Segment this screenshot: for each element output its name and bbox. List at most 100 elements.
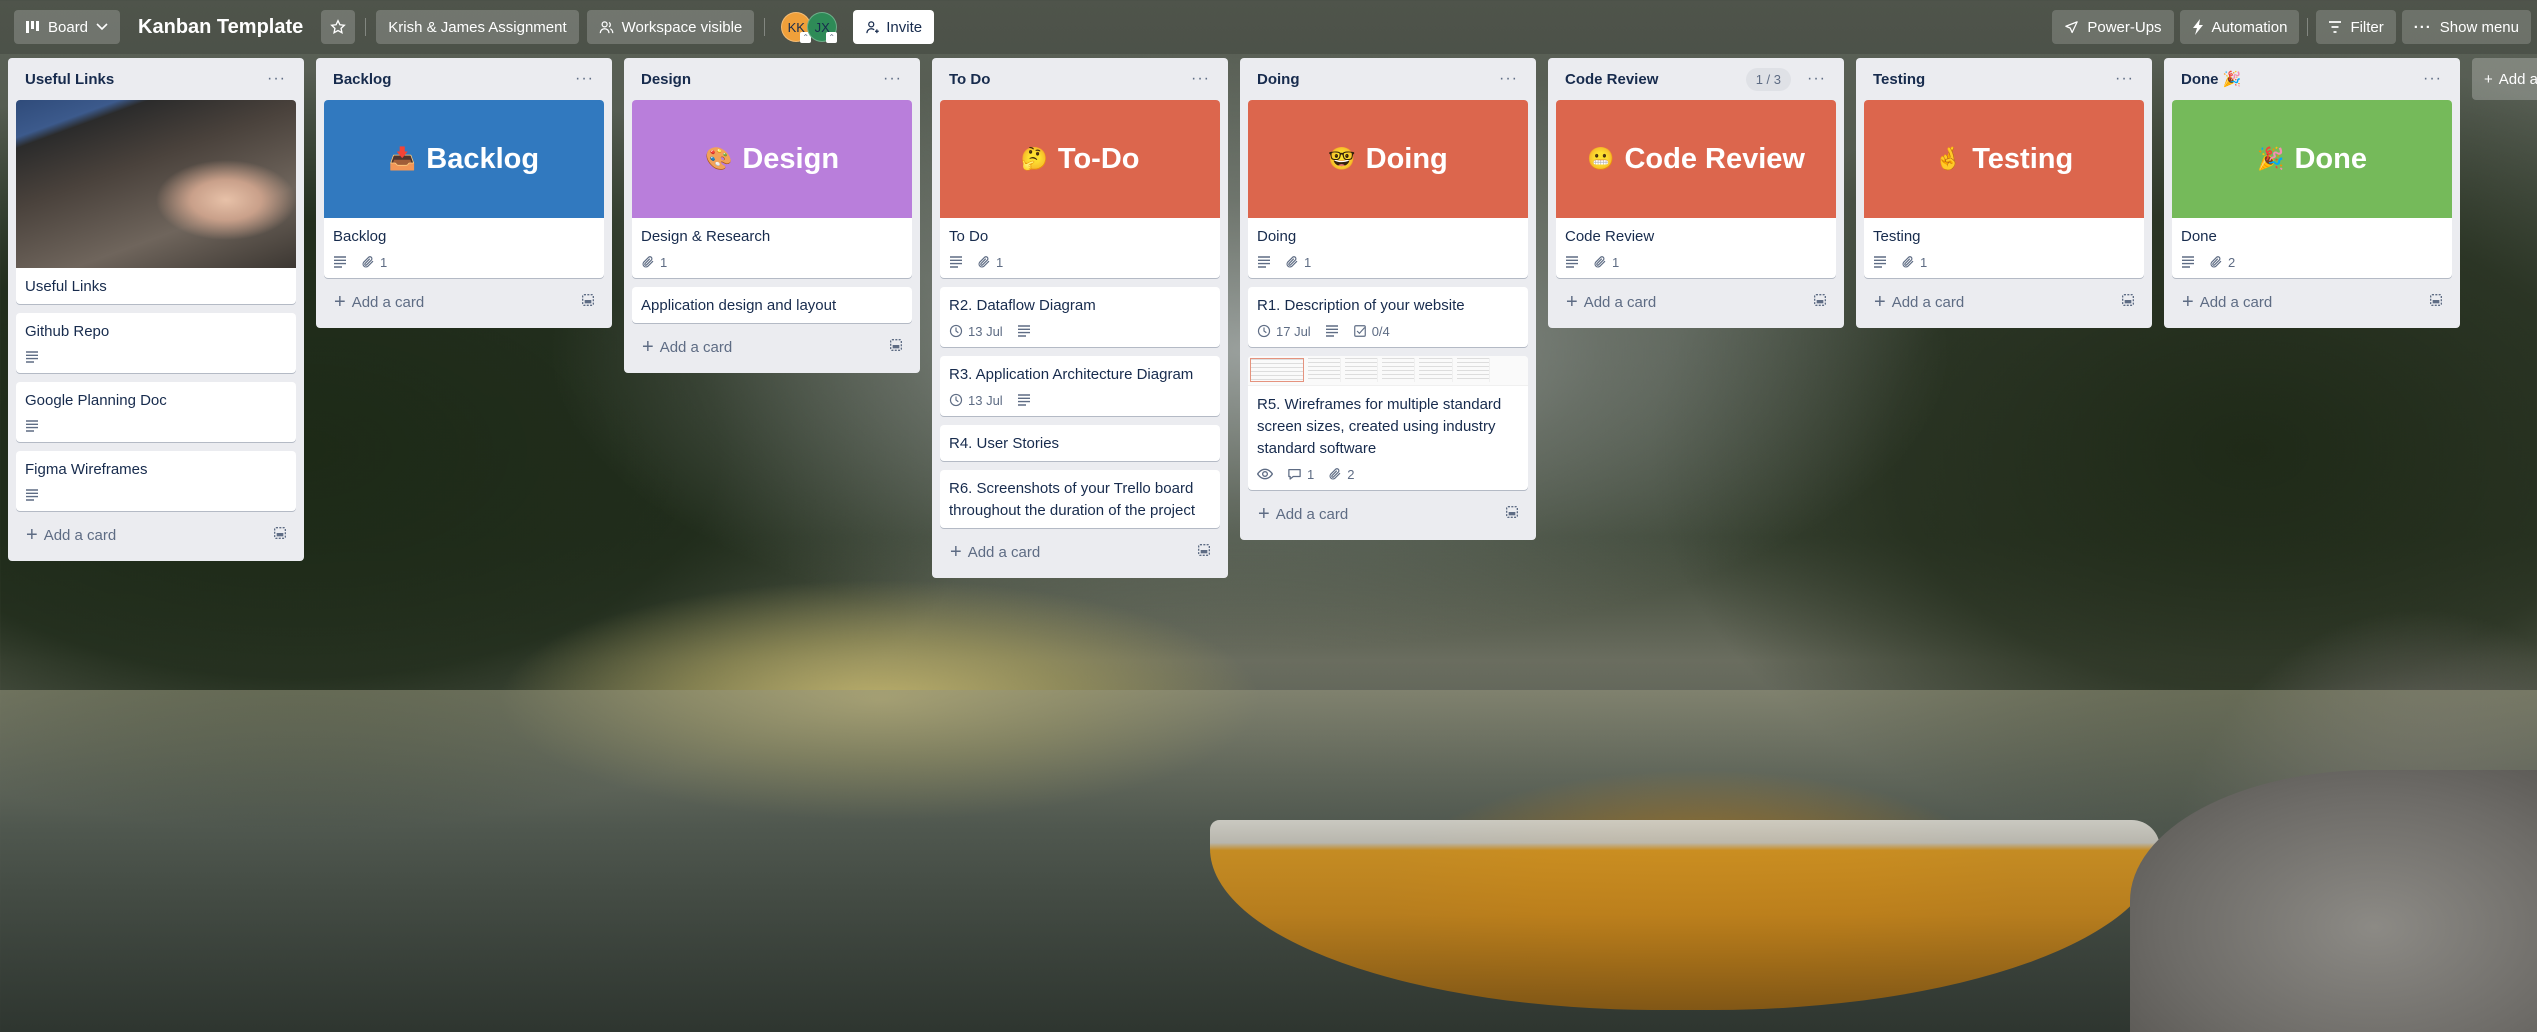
plus-icon: + xyxy=(2182,291,2194,313)
card-body: Done 2 xyxy=(2172,218,2452,278)
list-header-actions: ··· xyxy=(877,70,908,88)
add-card-button[interactable]: + Add a card xyxy=(2182,292,2272,312)
invite-button[interactable]: Invite xyxy=(853,10,935,44)
add-person-icon xyxy=(866,20,880,33)
card[interactable]: R4. User Stories xyxy=(940,425,1220,461)
list-done: Done 🎉 ··· 🎉 Done Done 2 + Add a card xyxy=(2164,58,2460,328)
add-list-button[interactable]: + Add another list xyxy=(2472,58,2537,100)
add-card-button[interactable]: + Add a card xyxy=(1566,292,1656,312)
card-badges: 1 xyxy=(641,252,903,272)
card-cover: 📥 Backlog xyxy=(324,100,604,218)
plus-icon: + xyxy=(642,336,654,358)
list-header: Code Review 1 / 3 ··· xyxy=(1556,58,1836,100)
automation-button[interactable]: Automation xyxy=(2179,10,2300,44)
add-card-button[interactable]: + Add a card xyxy=(334,292,424,312)
board-title[interactable]: Kanban Template xyxy=(128,16,313,39)
add-card-button[interactable]: + Add a card xyxy=(26,525,116,545)
people-icon xyxy=(599,20,614,33)
add-card-button[interactable]: + Add a card xyxy=(950,542,1040,562)
card[interactable]: 🤞 Testing Testing 1 xyxy=(1864,100,2144,278)
create-from-template-icon[interactable] xyxy=(1504,504,1520,524)
list-menu-icon[interactable]: ··· xyxy=(1801,70,1832,88)
card[interactable]: R3. Application Architecture Diagram 13 J… xyxy=(940,356,1220,416)
card[interactable]: 🤓 Doing Doing 1 xyxy=(1248,100,1528,278)
list-menu-icon[interactable]: ··· xyxy=(1185,70,1216,88)
star-button[interactable] xyxy=(321,10,356,44)
add-card-row: + Add a card xyxy=(940,530,1220,574)
list-title[interactable]: Done 🎉 xyxy=(2181,70,2241,88)
card-title: Useful Links xyxy=(25,278,107,295)
member-avatar[interactable]: JX ⌃ xyxy=(807,12,838,43)
due-date-badge[interactable]: 13 Jul xyxy=(949,393,1003,408)
card-cover: 🤞 Testing xyxy=(1864,100,2144,218)
list-menu-icon[interactable]: ··· xyxy=(2109,70,2140,88)
add-card-button[interactable]: + Add a card xyxy=(1258,504,1348,524)
card-list: 🤞 Testing Testing 1 xyxy=(1864,100,2144,278)
create-from-template-icon[interactable] xyxy=(1196,542,1212,562)
create-from-template-icon[interactable] xyxy=(580,292,596,312)
cover-text: Doing xyxy=(1365,142,1448,175)
thumbnail-column xyxy=(1382,358,1416,382)
description-icon xyxy=(1257,256,1271,268)
checklist-icon xyxy=(1353,324,1367,338)
cover-emoji: 🎨 xyxy=(704,146,733,171)
view-switcher-button[interactable]: Board xyxy=(14,10,121,44)
card[interactable]: Figma Wireframes xyxy=(16,451,296,511)
list-title[interactable]: Testing xyxy=(1873,71,1925,88)
attachment-count: 1 xyxy=(1612,254,1620,270)
watching-icon xyxy=(1257,467,1273,481)
add-card-button[interactable]: + Add a card xyxy=(1874,292,1964,312)
card[interactable]: Google Planning Doc xyxy=(16,382,296,442)
card[interactable]: 📥 Backlog Backlog 1 xyxy=(324,100,604,278)
list-title[interactable]: Useful Links xyxy=(25,71,114,88)
card-body: Figma Wireframes xyxy=(16,451,296,511)
list-menu-icon[interactable]: ··· xyxy=(2417,70,2448,88)
card[interactable]: 😬 Code Review Code Review 1 xyxy=(1556,100,1836,278)
background-lake xyxy=(0,690,2537,1032)
card[interactable]: Useful Links xyxy=(16,100,296,304)
card-cover-thumbnail xyxy=(1248,356,1528,386)
card-list: 📥 Backlog Backlog 1 xyxy=(324,100,604,278)
card[interactable]: R1. Description of your website 17 Jul 0/4 xyxy=(1248,287,1528,347)
board-canvas: Useful Links ··· Useful Links Github Repo Go… xyxy=(8,58,2537,578)
card[interactable]: 🤔 To-Do To Do 1 xyxy=(940,100,1220,278)
show-menu-button[interactable]: ··· Show menu xyxy=(2401,10,2531,44)
card[interactable]: Application design and layout xyxy=(632,287,912,323)
paperclip-icon xyxy=(1593,255,1607,269)
plus-icon: + xyxy=(2484,70,2493,88)
card[interactable]: R2. Dataflow Diagram 13 Jul xyxy=(940,287,1220,347)
list-title[interactable]: Backlog xyxy=(333,71,391,88)
list-menu-icon[interactable]: ··· xyxy=(569,70,600,88)
card-body: R3. Application Architecture Diagram 13 J… xyxy=(940,356,1220,416)
list-title[interactable]: Design xyxy=(641,71,691,88)
due-date-badge[interactable]: 17 Jul xyxy=(1257,324,1311,339)
list-menu-icon[interactable]: ··· xyxy=(877,70,908,88)
create-from-template-icon[interactable] xyxy=(2428,292,2444,312)
list-title[interactable]: Code Review xyxy=(1565,71,1658,88)
card[interactable]: 🎨 Design Design & Research 1 xyxy=(632,100,912,278)
power-ups-button[interactable]: Power-Ups xyxy=(2052,10,2174,44)
create-from-template-icon[interactable] xyxy=(888,337,904,357)
card[interactable]: R5. Wireframes for multiple standard scr… xyxy=(1248,356,1528,490)
workspace-name: Krish & James Assignment xyxy=(388,18,567,36)
card-title: R1. Description of your website xyxy=(1257,297,1465,314)
list-title[interactable]: Doing xyxy=(1257,71,1300,88)
card[interactable]: Github Repo xyxy=(16,313,296,373)
list-menu-icon[interactable]: ··· xyxy=(1493,70,1524,88)
cover-emoji: 🤞 xyxy=(1934,146,1963,171)
visibility-button[interactable]: Workspace visible xyxy=(586,10,755,44)
add-card-button[interactable]: + Add a card xyxy=(642,337,732,357)
due-date-badge[interactable]: 13 Jul xyxy=(949,324,1003,339)
card[interactable]: R6. Screenshots of your Trello board thr… xyxy=(940,470,1220,528)
card[interactable]: 🎉 Done Done 2 xyxy=(2172,100,2452,278)
create-from-template-icon[interactable] xyxy=(1812,292,1828,312)
list-title[interactable]: To Do xyxy=(949,71,990,88)
create-from-template-icon[interactable] xyxy=(2120,292,2136,312)
list-menu-icon[interactable]: ··· xyxy=(261,70,292,88)
card-badges xyxy=(25,485,287,505)
workspace-button[interactable]: Krish & James Assignment xyxy=(376,10,579,44)
visibility-label: Workspace visible xyxy=(621,18,743,36)
card-badges xyxy=(25,347,287,367)
create-from-template-icon[interactable] xyxy=(272,525,288,545)
filter-button[interactable]: Filter xyxy=(2316,10,2396,44)
